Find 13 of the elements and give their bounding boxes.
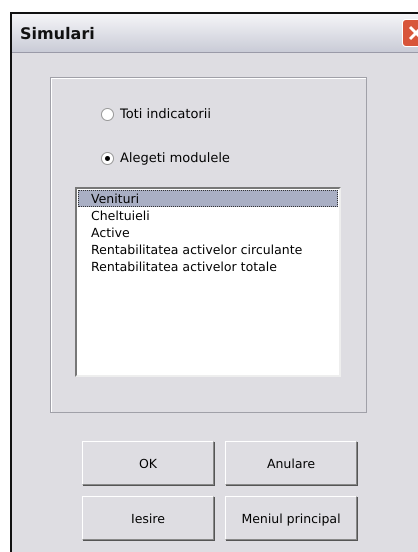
list-item[interactable]: Rentabilitatea activelor circulante [78,241,338,258]
radio-option[interactable]: Toti indicatorii [101,104,211,124]
dialog-button[interactable]: Meniul principal [225,496,357,540]
list-item[interactable]: Venituri [78,190,338,207]
dialog-button[interactable]: Anulare [225,441,357,485]
module-list[interactable]: Venituri Cheltuieli Active Rentabilitatea activelor circulante Rentabilitatea activelor totale [75,187,341,377]
dialog-button[interactable]: OK [82,441,214,485]
list-item[interactable]: Cheltuieli [78,207,338,224]
radio-option[interactable]: Alegeti modulele [101,148,230,168]
list-item[interactable]: Rentabilitatea activelor totale [78,258,338,275]
dialog-button[interactable]: Iesire [82,496,214,540]
list-item[interactable]: Active [78,224,338,241]
window-title: Simulari [20,24,95,42]
